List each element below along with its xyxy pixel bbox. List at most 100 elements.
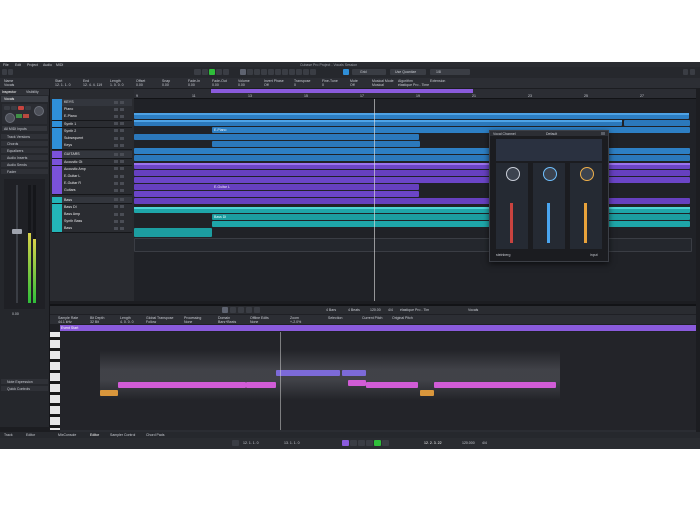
track-mute-button[interactable] (114, 122, 118, 126)
menu-item-edit[interactable]: Edit (15, 63, 21, 67)
write-automation-button[interactable] (23, 114, 29, 118)
track-mute-button[interactable] (114, 205, 118, 209)
ruler[interactable]: 9 11 13 15 17 19 21 23 25 27 (134, 89, 696, 99)
plugin-fader-1[interactable] (510, 203, 513, 243)
pitch-segment-9[interactable] (434, 382, 556, 388)
editor-bars-value[interactable]: 4 Bars (326, 308, 336, 312)
info-start[interactable]: Start 12. 1. 1. 0 (55, 79, 71, 87)
track-solo-button[interactable] (120, 114, 124, 118)
grid-type-dropdown[interactable]: Grid (352, 69, 386, 75)
editor-tempo-value[interactable]: 120.00 (370, 308, 381, 312)
stop-button[interactable] (366, 440, 373, 446)
editor-info-processing[interactable]: Processing None (184, 316, 201, 324)
split-tool[interactable] (254, 69, 260, 75)
track-solo-button[interactable] (120, 198, 124, 202)
forward-button[interactable] (358, 440, 365, 446)
monitor-button[interactable] (25, 106, 31, 110)
event-display[interactable]: E-Piano E-Guitar L Bass DI (134, 99, 696, 301)
info-fade-in[interactable]: Fade-In 0.00 (188, 79, 200, 87)
play-button[interactable] (374, 440, 381, 446)
cycle-button[interactable] (342, 440, 349, 446)
plugin-knob-2[interactable] (543, 167, 557, 181)
pitch-editor[interactable] (60, 332, 696, 430)
autoscroll-button[interactable] (223, 69, 229, 75)
track-mute-button[interactable] (114, 226, 118, 230)
editor-info-global-transpose[interactable]: Global Transpose Follow (146, 316, 173, 324)
play-tool[interactable] (303, 69, 309, 75)
editor-zoom-tool[interactable] (254, 307, 260, 313)
tempo-display[interactable]: 120.000 (462, 441, 475, 445)
info-musical-mode[interactable]: Musical Mode Musical (372, 79, 394, 87)
track-header[interactable]: Bass (52, 225, 132, 234)
editor-info-zoom[interactable]: Zoom +-2.0% (290, 316, 301, 324)
audio-clip-synth1[interactable] (134, 134, 419, 140)
editor-info-bit-depth[interactable]: Bit Depth 32 Bit (90, 316, 104, 324)
rewind-button[interactable] (350, 440, 357, 446)
track-mute-button[interactable] (114, 181, 118, 185)
cycle-range[interactable] (211, 89, 473, 93)
section-audio-sends[interactable]: Audio Sends (1, 162, 48, 167)
signature-display[interactable]: 4/4 (482, 441, 487, 445)
track-header[interactable]: Keys (52, 142, 132, 150)
section-note-expression[interactable]: Note Expression (1, 379, 48, 384)
right-zone-button[interactable] (683, 69, 688, 75)
fader-value[interactable]: 0.00 (12, 312, 19, 316)
erase-tool[interactable] (268, 69, 274, 75)
menu-item-project[interactable]: Project (27, 63, 38, 67)
pitch-segment-7[interactable] (366, 382, 418, 388)
info-invert-phase[interactable]: Invert Phase Off (264, 79, 284, 87)
mute-tool[interactable] (282, 69, 288, 75)
audio-clip-synth-bass[interactable] (134, 228, 212, 237)
info-extension[interactable]: Extension (430, 79, 445, 83)
info-transpose[interactable]: Transpose 0 (294, 79, 310, 87)
quantize-value-dropdown[interactable]: 1/8 (430, 69, 470, 75)
track-mute-button[interactable] (114, 114, 118, 118)
info-volume[interactable]: Volume 0.00 (238, 79, 250, 87)
editor-info-offline-edits[interactable]: Offline Edits None (250, 316, 269, 324)
line-tool[interactable] (296, 69, 302, 75)
record-mode-button[interactable] (216, 69, 222, 75)
track-solo-button[interactable] (120, 181, 124, 185)
range-tool[interactable] (247, 69, 253, 75)
plugin-close-button[interactable] (601, 132, 605, 135)
pitch-segment-4[interactable] (276, 370, 340, 376)
audio-clip-bass-amp[interactable] (212, 221, 690, 227)
audio-clip-keys-bus[interactable] (134, 113, 689, 119)
tab-mixconsole[interactable]: MixConsole (58, 433, 76, 437)
volume-knob[interactable] (34, 106, 44, 116)
record-button[interactable] (382, 440, 389, 446)
track-mute-button[interactable] (114, 143, 118, 147)
plugin-knob-3[interactable] (580, 167, 594, 181)
track-mute-button[interactable] (114, 212, 118, 216)
pitch-segment-8[interactable] (420, 390, 434, 396)
editor-info-current-pitch[interactable]: Current Pitch (362, 316, 382, 320)
tab-inspector[interactable]: Inspector (2, 90, 16, 94)
track-mute-button[interactable] (114, 136, 118, 140)
editor-draw-tool[interactable] (230, 307, 236, 313)
section-equalizers[interactable]: Equalizers (1, 148, 48, 153)
track-mute-button[interactable] (114, 100, 118, 104)
editor-info-domain[interactable]: Domain Bars+Beats (218, 316, 236, 324)
track-solo-button[interactable] (120, 107, 124, 111)
tab-visibility[interactable]: Visibility (26, 90, 39, 94)
pitch-segment-5[interactable] (342, 370, 366, 376)
position-display[interactable]: 12. 2. 3. 22 (424, 441, 442, 445)
track-solo-button[interactable] (120, 205, 124, 209)
plugin-knob-1[interactable] (506, 167, 520, 181)
info-fade-out[interactable]: Fade-Out 0.00 (212, 79, 227, 87)
track-mute-button[interactable] (114, 129, 118, 133)
info-length[interactable]: Length 1. 0. 0. 0 (110, 79, 124, 87)
pitch-segment-6[interactable] (348, 380, 366, 386)
track-solo-button[interactable] (120, 219, 124, 223)
audio-clip-epiano[interactable]: E-Piano (212, 127, 690, 133)
record-enable-button[interactable] (18, 106, 24, 110)
solo-button[interactable] (11, 106, 17, 110)
pitch-segment-3[interactable] (246, 382, 276, 388)
track-mute-button[interactable] (114, 107, 118, 111)
draw-tool[interactable] (289, 69, 295, 75)
inspector-track-header[interactable]: Vocals (1, 96, 48, 102)
audio-clip-synth2[interactable] (212, 141, 420, 147)
track-solo-button[interactable] (120, 188, 124, 192)
editor-info-sample-rate[interactable]: Sample Rate 44.1 kHz (58, 316, 78, 324)
editor-play-tool[interactable] (238, 307, 244, 313)
